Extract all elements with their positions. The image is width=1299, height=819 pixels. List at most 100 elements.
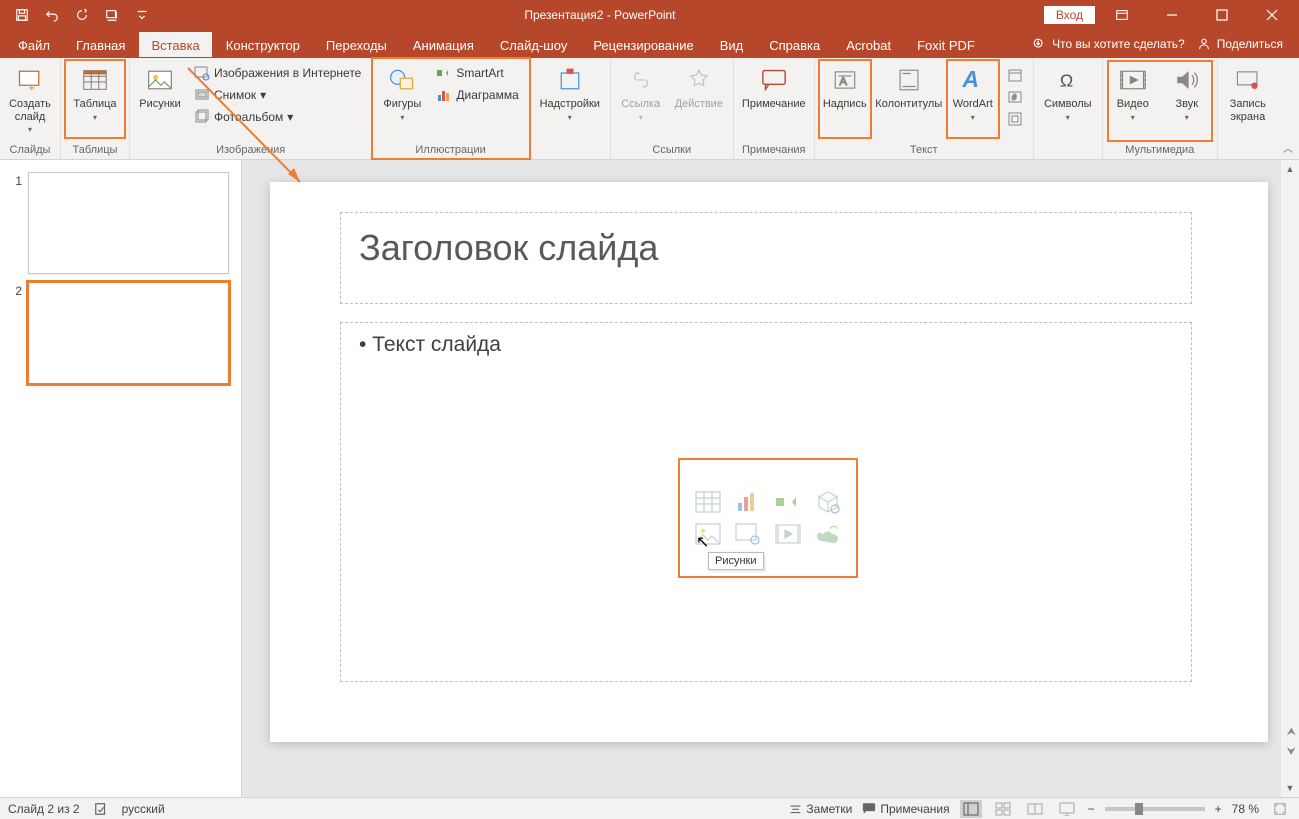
photo-album-button[interactable]: Фотоальбом ▾	[188, 106, 367, 128]
object-button[interactable]	[1001, 108, 1029, 130]
tab-insert[interactable]: Вставка	[139, 32, 211, 57]
fit-to-window-icon[interactable]	[1269, 800, 1291, 818]
insert-smartart-icon[interactable]	[773, 489, 803, 515]
tab-review[interactable]: Рецензирование	[581, 32, 705, 57]
group-illustrations-label: Иллюстрации	[376, 142, 524, 159]
insert-picture-icon[interactable]	[693, 521, 723, 547]
chart-button[interactable]: Диаграмма	[430, 84, 524, 106]
insert-online-picture-icon[interactable]	[733, 521, 763, 547]
sorter-view-icon[interactable]	[992, 800, 1014, 818]
slide-number-button[interactable]: #	[1001, 86, 1029, 108]
prev-slide-icon[interactable]: ⮝	[1287, 726, 1296, 739]
share-button[interactable]: Поделиться	[1189, 37, 1291, 51]
tab-help[interactable]: Справка	[757, 32, 832, 57]
maximize-icon[interactable]	[1199, 0, 1245, 30]
slideshow-view-icon[interactable]	[1056, 800, 1078, 818]
zoom-out-icon[interactable]: −	[1088, 802, 1095, 816]
sign-in-button[interactable]: Вход	[1044, 6, 1095, 24]
video-button[interactable]: Видео ▾	[1107, 60, 1159, 138]
online-pictures-button[interactable]: Изображения в Интернете	[188, 62, 367, 84]
tell-me-search[interactable]: Что вы хотите сделать?	[1032, 37, 1185, 51]
shapes-label: Фигуры	[383, 98, 421, 111]
collapse-ribbon-icon[interactable]: ︿	[1283, 140, 1293, 155]
header-footer-icon	[893, 64, 925, 96]
group-text-label: Текст	[819, 142, 1029, 159]
action-button[interactable]: Действие	[669, 60, 729, 138]
group-comments-label: Примечания	[738, 142, 810, 159]
date-time-button[interactable]	[1001, 64, 1029, 86]
comments-button[interactable]: Примечания	[862, 802, 949, 816]
addins-button[interactable]: Надстройки ▾	[534, 60, 606, 138]
scroll-up-icon[interactable]: ▲	[1281, 160, 1299, 178]
table-button[interactable]: Таблица ▾	[65, 60, 125, 138]
insert-table-icon[interactable]	[693, 489, 723, 515]
link-button[interactable]: Ссылка ▾	[615, 60, 667, 138]
tab-view[interactable]: Вид	[708, 32, 756, 57]
reading-view-icon[interactable]	[1024, 800, 1046, 818]
textbox-button[interactable]: A Надпись	[819, 60, 871, 138]
thumbnail-row[interactable]: 1	[4, 168, 241, 278]
svg-text:A: A	[839, 76, 847, 88]
symbols-label: Символы	[1044, 98, 1092, 111]
thumbnail-row[interactable]: 2	[4, 278, 241, 388]
zoom-level[interactable]: 78 %	[1232, 802, 1259, 816]
minimize-icon[interactable]	[1149, 0, 1195, 30]
screenshot-button[interactable]: Снимок ▾	[188, 84, 367, 106]
new-slide-button[interactable]: Создать слайд ▾	[4, 60, 56, 138]
pictures-button[interactable]: Рисунки	[134, 60, 186, 138]
start-from-beginning-icon[interactable]	[98, 3, 126, 27]
wordart-button[interactable]: A WordArt ▾	[947, 60, 999, 138]
shapes-button[interactable]: Фигуры ▾	[376, 60, 428, 138]
scroll-track[interactable]: ⮝ ⮟	[1281, 178, 1299, 779]
undo-icon[interactable]	[38, 3, 66, 27]
close-icon[interactable]	[1249, 0, 1295, 30]
insert-video-icon[interactable]	[773, 521, 803, 547]
insert-icon-icon[interactable]	[813, 521, 843, 547]
zoom-slider-knob[interactable]	[1135, 803, 1143, 815]
tab-transitions[interactable]: Переходы	[314, 32, 399, 57]
slide-counter[interactable]: Слайд 2 из 2	[8, 802, 80, 816]
header-footer-button[interactable]: Колонтитулы	[873, 60, 945, 138]
insert-chart-icon[interactable]	[733, 489, 763, 515]
slide-thumbnail[interactable]	[28, 282, 229, 384]
tab-file[interactable]: Файл	[6, 32, 62, 57]
comment-button[interactable]: Примечание	[738, 60, 810, 138]
chevron-down-icon: ▾	[639, 113, 643, 122]
symbols-button[interactable]: Ω Символы ▾	[1038, 60, 1098, 138]
chevron-down-icon: ▾	[260, 88, 266, 102]
chevron-down-icon: ▾	[1066, 113, 1070, 122]
group-links-label: Ссылки	[615, 142, 729, 159]
zoom-in-icon[interactable]: +	[1215, 802, 1222, 816]
next-slide-icon[interactable]: ⮟	[1287, 746, 1296, 759]
screen-recording-button[interactable]: Запись экрана	[1222, 60, 1274, 138]
slide-canvas[interactable]: Заголовок слайда Текст слайда ↖ Рисунки	[270, 182, 1268, 742]
smartart-button[interactable]: SmartArt	[430, 62, 524, 84]
photo-album-label: Фотоальбом	[214, 110, 283, 124]
language-indicator[interactable]: русский	[122, 802, 165, 816]
vertical-scrollbar[interactable]: ▲ ⮝ ⮟ ▼	[1281, 160, 1299, 797]
slide-canvas-area[interactable]: Заголовок слайда Текст слайда ↖ Рисунки …	[242, 160, 1299, 797]
group-text: A Надпись Колонтитулы A WordArt ▾ # Текс…	[815, 58, 1034, 159]
spellcheck-icon[interactable]	[94, 802, 108, 816]
slide-thumbnails-panel[interactable]: 1 2	[0, 160, 242, 797]
slide-thumbnail[interactable]	[28, 172, 229, 274]
zoom-slider[interactable]	[1105, 807, 1205, 811]
save-icon[interactable]	[8, 3, 36, 27]
normal-view-icon[interactable]	[960, 800, 982, 818]
scroll-down-icon[interactable]: ▼	[1281, 779, 1299, 797]
tab-acrobat[interactable]: Acrobat	[834, 32, 903, 57]
group-media-label: Мультимедиа	[1107, 142, 1213, 159]
tab-foxit[interactable]: Foxit PDF	[905, 32, 987, 57]
title-placeholder[interactable]: Заголовок слайда	[340, 212, 1192, 304]
group-comments: Примечание Примечания	[734, 58, 815, 159]
ribbon-display-options-icon[interactable]	[1099, 0, 1145, 30]
tab-design[interactable]: Конструктор	[214, 32, 312, 57]
tab-animations[interactable]: Анимация	[401, 32, 486, 57]
tab-home[interactable]: Главная	[64, 32, 137, 57]
audio-button[interactable]: Звук ▾	[1161, 60, 1213, 138]
notes-button[interactable]: Заметки	[789, 802, 852, 816]
tab-slideshow[interactable]: Слайд-шоу	[488, 32, 579, 57]
redo-icon[interactable]	[68, 3, 96, 27]
qat-customize-icon[interactable]	[128, 3, 156, 27]
insert-3d-model-icon[interactable]	[813, 489, 843, 515]
